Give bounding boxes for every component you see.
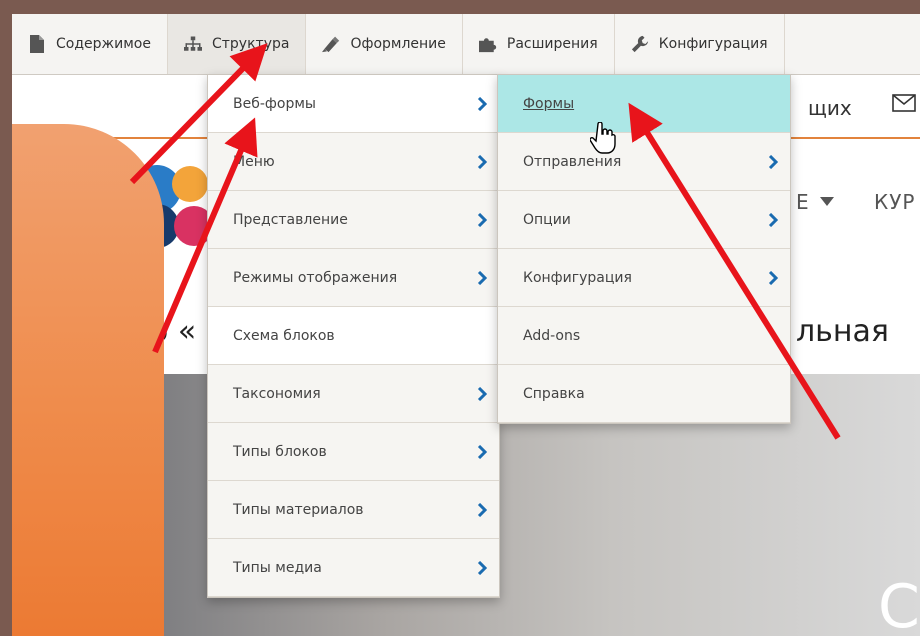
arrow-to-webforms-item [152, 117, 258, 354]
annotation-arrows [129, 43, 841, 440]
arrow-to-forms-item [628, 102, 841, 440]
